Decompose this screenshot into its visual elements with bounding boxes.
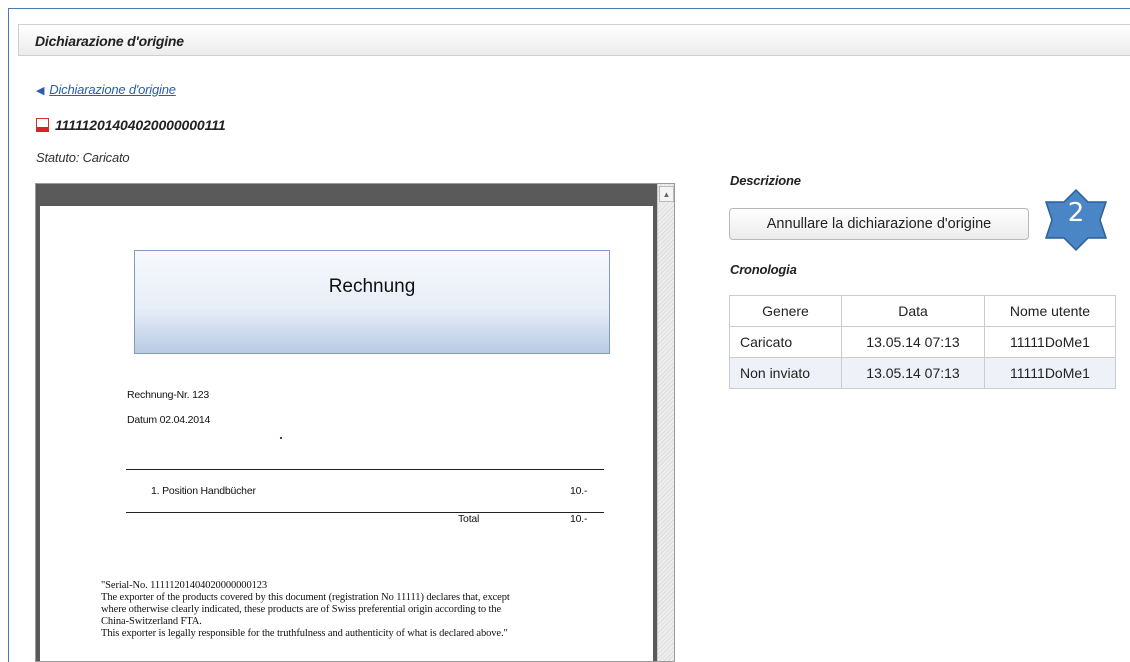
- cancel-declaration-button[interactable]: Annullare la dichiarazione d'origine: [729, 208, 1029, 240]
- declaration-line-3: where otherwise clearly indicated, these…: [101, 604, 502, 615]
- section-title: Dichiarazione d'origine: [35, 33, 184, 49]
- invoice-date: Datum 02.04.2014: [127, 414, 211, 426]
- declaration-line-1: "Serial-No. 11111201404020000000123: [101, 580, 268, 591]
- history-label: Cronologia: [730, 262, 797, 277]
- history-table: Genere Data Nome utente Caricato 13.05.1…: [729, 295, 1116, 389]
- column-header-user[interactable]: Nome utente: [984, 295, 1116, 327]
- cell-type: Non inviato: [729, 357, 842, 389]
- back-arrow-icon: ◀: [36, 85, 45, 97]
- file-row[interactable]: 11111201404020000000111: [36, 117, 226, 133]
- column-header-date[interactable]: Data: [841, 295, 985, 327]
- pdf-viewer[interactable]: Rechnung Rechnung-Nr. 123 Datum 02.04.20…: [35, 183, 675, 662]
- section-header: Dichiarazione d'origine: [18, 24, 1130, 56]
- file-name[interactable]: 11111201404020000000111: [55, 117, 226, 133]
- total-label: Total: [458, 513, 480, 525]
- viewer-scrollbar[interactable]: ▲: [657, 184, 674, 661]
- cell-date: 13.05.14 07:13: [841, 357, 985, 389]
- scroll-up-arrow-icon[interactable]: ▲: [659, 186, 674, 202]
- back-link-label: Dichiarazione d'origine: [49, 82, 176, 97]
- step-badge-number: 2: [1067, 198, 1085, 228]
- total-amount: 10.-: [570, 513, 588, 525]
- back-link[interactable]: ◀ Dichiarazione d'origine: [36, 82, 176, 97]
- cell-type: Caricato: [729, 326, 842, 358]
- column-header-type[interactable]: Genere: [729, 295, 842, 327]
- table-top-rule: [126, 469, 604, 470]
- page-mark: [280, 437, 282, 439]
- position-label: 1. Position Handbücher: [151, 485, 256, 497]
- declaration-line-2: The exporter of the products covered by …: [101, 592, 510, 603]
- status-text: Statuto: Caricato: [36, 150, 130, 165]
- table-bottom-rule: [126, 512, 604, 513]
- pdf-icon: [36, 118, 49, 132]
- invoice-title: Rechnung: [328, 276, 416, 297]
- history-header-row: Genere Data Nome utente: [729, 295, 1116, 327]
- cell-user: 11111DoMe1: [984, 357, 1116, 389]
- invoice-number: Rechnung-Nr. 123: [127, 389, 210, 401]
- declaration-line-4: China-Switzerland FTA.: [101, 616, 202, 627]
- description-label: Descrizione: [730, 173, 801, 188]
- table-row: Caricato 13.05.14 07:13 11111DoMe1: [729, 326, 1116, 358]
- frame-border-top: [8, 8, 1130, 9]
- table-row: Non inviato 13.05.14 07:13 11111DoMe1: [729, 357, 1116, 389]
- cell-user: 11111DoMe1: [984, 326, 1116, 358]
- frame-border-left: [8, 8, 9, 662]
- invoice-title-box: Rechnung: [134, 250, 610, 354]
- position-amount: 10.-: [570, 485, 588, 497]
- document-page: Rechnung Rechnung-Nr. 123 Datum 02.04.20…: [40, 206, 653, 661]
- cell-date: 13.05.14 07:13: [841, 326, 985, 358]
- declaration-line-5: This exporter is legally responsible for…: [101, 628, 508, 639]
- viewer-toolbar: [36, 184, 656, 206]
